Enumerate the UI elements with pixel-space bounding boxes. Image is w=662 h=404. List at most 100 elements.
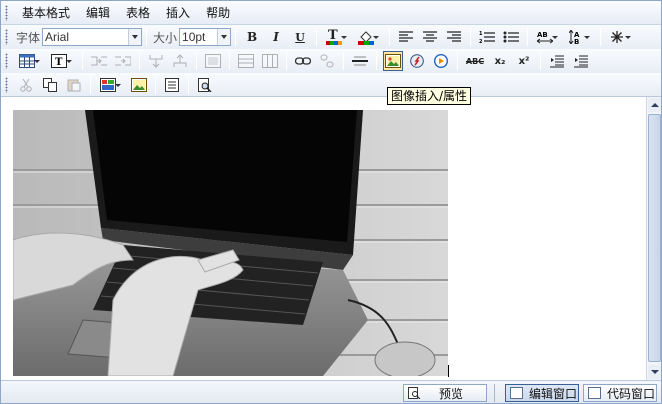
page-icon bbox=[165, 77, 179, 92]
split-cell-button[interactable] bbox=[89, 51, 109, 71]
page-properties-button[interactable] bbox=[162, 75, 182, 95]
cut-button[interactable] bbox=[16, 75, 36, 95]
unlink-button[interactable] bbox=[317, 51, 337, 71]
superscript-icon: x² bbox=[518, 55, 530, 67]
insert-flash-button[interactable] bbox=[407, 51, 427, 71]
menu-help[interactable]: 帮助 bbox=[198, 2, 238, 24]
spellcheck-button[interactable]: ABC bbox=[464, 51, 486, 71]
ordered-list-button[interactable]: 12 bbox=[477, 27, 497, 47]
insert-column-button[interactable] bbox=[170, 51, 190, 71]
insert-media-button[interactable] bbox=[431, 51, 451, 71]
toolbar-separator bbox=[470, 28, 472, 46]
font-size-select[interactable]: 10pt bbox=[179, 28, 232, 46]
insert-link-button[interactable] bbox=[293, 51, 313, 71]
toolbar-grip[interactable] bbox=[5, 53, 8, 69]
laptop-photo-illustration bbox=[13, 110, 448, 376]
unordered-list-button[interactable] bbox=[501, 27, 521, 47]
horizontal-rule-button[interactable] bbox=[350, 51, 370, 71]
paste-button[interactable] bbox=[64, 75, 84, 95]
align-center-icon bbox=[423, 31, 438, 42]
italic-button[interactable]: I bbox=[266, 27, 286, 47]
column-icon bbox=[262, 54, 278, 68]
editor-content-area[interactable] bbox=[1, 97, 647, 380]
highlight-color-button[interactable] bbox=[355, 27, 383, 47]
status-bar: 预览 编辑窗口 代码窗口 bbox=[1, 380, 661, 403]
indent-icon bbox=[574, 55, 588, 68]
image-button-tooltip: 图像插入/属性 bbox=[387, 87, 472, 105]
insert-textbox-button[interactable]: T bbox=[48, 51, 76, 71]
align-left-icon bbox=[399, 31, 414, 42]
toolbar-separator bbox=[600, 28, 602, 46]
laptop-photo[interactable] bbox=[13, 110, 448, 376]
outdent-icon bbox=[550, 55, 564, 68]
toolbar-separator bbox=[196, 52, 197, 70]
align-right-button[interactable] bbox=[444, 27, 464, 47]
unlink-icon bbox=[320, 54, 334, 68]
toolbar-separator bbox=[139, 52, 140, 70]
menu-edit[interactable]: 编辑 bbox=[78, 2, 118, 24]
design-mode-button[interactable]: 编辑窗口 bbox=[505, 384, 579, 402]
underline-button[interactable]: U bbox=[290, 27, 310, 47]
toolbar-separator bbox=[457, 52, 458, 70]
insert-table-button[interactable] bbox=[16, 51, 44, 71]
insert-image-button[interactable] bbox=[383, 51, 403, 71]
toolbar-separator bbox=[343, 52, 344, 70]
cell-properties-button[interactable] bbox=[203, 51, 223, 71]
link-icon bbox=[295, 57, 311, 65]
textbox-icon: T bbox=[51, 54, 67, 68]
toolbar-grip[interactable] bbox=[5, 76, 8, 93]
image-frame-button[interactable] bbox=[129, 75, 149, 95]
letter-spacing-button[interactable]: AB bbox=[534, 27, 562, 47]
toolbar-grip[interactable] bbox=[5, 29, 8, 45]
font-family-select[interactable]: Arial bbox=[42, 28, 143, 46]
merge-cell-button[interactable] bbox=[113, 51, 133, 71]
unordered-list-icon bbox=[503, 31, 520, 43]
chevron-down-icon[interactable] bbox=[217, 29, 231, 45]
subscript-button[interactable]: x₂ bbox=[490, 51, 510, 71]
row-split-icon bbox=[149, 55, 163, 68]
chevron-down-icon[interactable] bbox=[128, 29, 142, 45]
vertical-scrollbar[interactable] bbox=[646, 97, 661, 380]
letter-spacing-icon: AB bbox=[537, 31, 554, 44]
menu-table[interactable]: 表格 bbox=[118, 2, 158, 24]
preview-label: 预览 bbox=[439, 386, 464, 401]
font-family-value: Arial bbox=[45, 30, 70, 44]
subscript-icon: x₂ bbox=[494, 55, 506, 67]
toolbar-separator bbox=[286, 52, 287, 70]
bold-button[interactable]: B bbox=[242, 27, 262, 47]
html-editor: 基本格式 编辑 表格 插入 帮助 字体 Arial 大小 10pt B I U … bbox=[0, 0, 662, 404]
scroll-thumb[interactable] bbox=[648, 114, 661, 362]
special-chars-button[interactable] bbox=[607, 27, 635, 47]
toolbar-separator bbox=[90, 75, 91, 94]
text-color-button[interactable]: T bbox=[323, 27, 351, 47]
table-column-button[interactable] bbox=[260, 51, 280, 71]
indent-button[interactable] bbox=[571, 51, 591, 71]
split-cell-icon bbox=[91, 56, 107, 66]
bold-icon: B bbox=[246, 30, 258, 44]
table-row-button[interactable] bbox=[236, 51, 256, 71]
code-mode-button[interactable]: 代码窗口 bbox=[583, 384, 657, 402]
menu-insert[interactable]: 插入 bbox=[158, 2, 198, 24]
menu-basic-format[interactable]: 基本格式 bbox=[14, 2, 78, 24]
align-center-button[interactable] bbox=[420, 27, 440, 47]
insert-object-button[interactable] bbox=[97, 75, 125, 95]
copy-button[interactable] bbox=[40, 75, 60, 95]
format-toolbar: 字体 Arial 大小 10pt B I U T 12 AB A B bbox=[1, 25, 661, 49]
insert-row-button[interactable] bbox=[146, 51, 166, 71]
outdent-button[interactable] bbox=[547, 51, 567, 71]
design-mode-label: 编辑窗口 bbox=[529, 386, 578, 401]
italic-icon: I bbox=[273, 30, 279, 44]
cut-icon bbox=[20, 78, 32, 92]
find-button[interactable] bbox=[195, 75, 215, 95]
scroll-up-button[interactable] bbox=[648, 98, 661, 112]
superscript-button[interactable]: x² bbox=[514, 51, 534, 71]
toolbar-separator bbox=[540, 52, 541, 70]
scroll-down-button[interactable] bbox=[648, 365, 661, 379]
line-height-button[interactable]: AB bbox=[566, 27, 594, 47]
preview-button[interactable]: 预览 bbox=[403, 384, 487, 402]
toolbar-grip[interactable] bbox=[5, 4, 8, 21]
toolbar-separator bbox=[155, 75, 156, 94]
align-left-button[interactable] bbox=[396, 27, 416, 47]
toolbar-separator bbox=[376, 52, 377, 70]
insert-toolbar: T ABC x₂ x² bbox=[1, 49, 661, 73]
